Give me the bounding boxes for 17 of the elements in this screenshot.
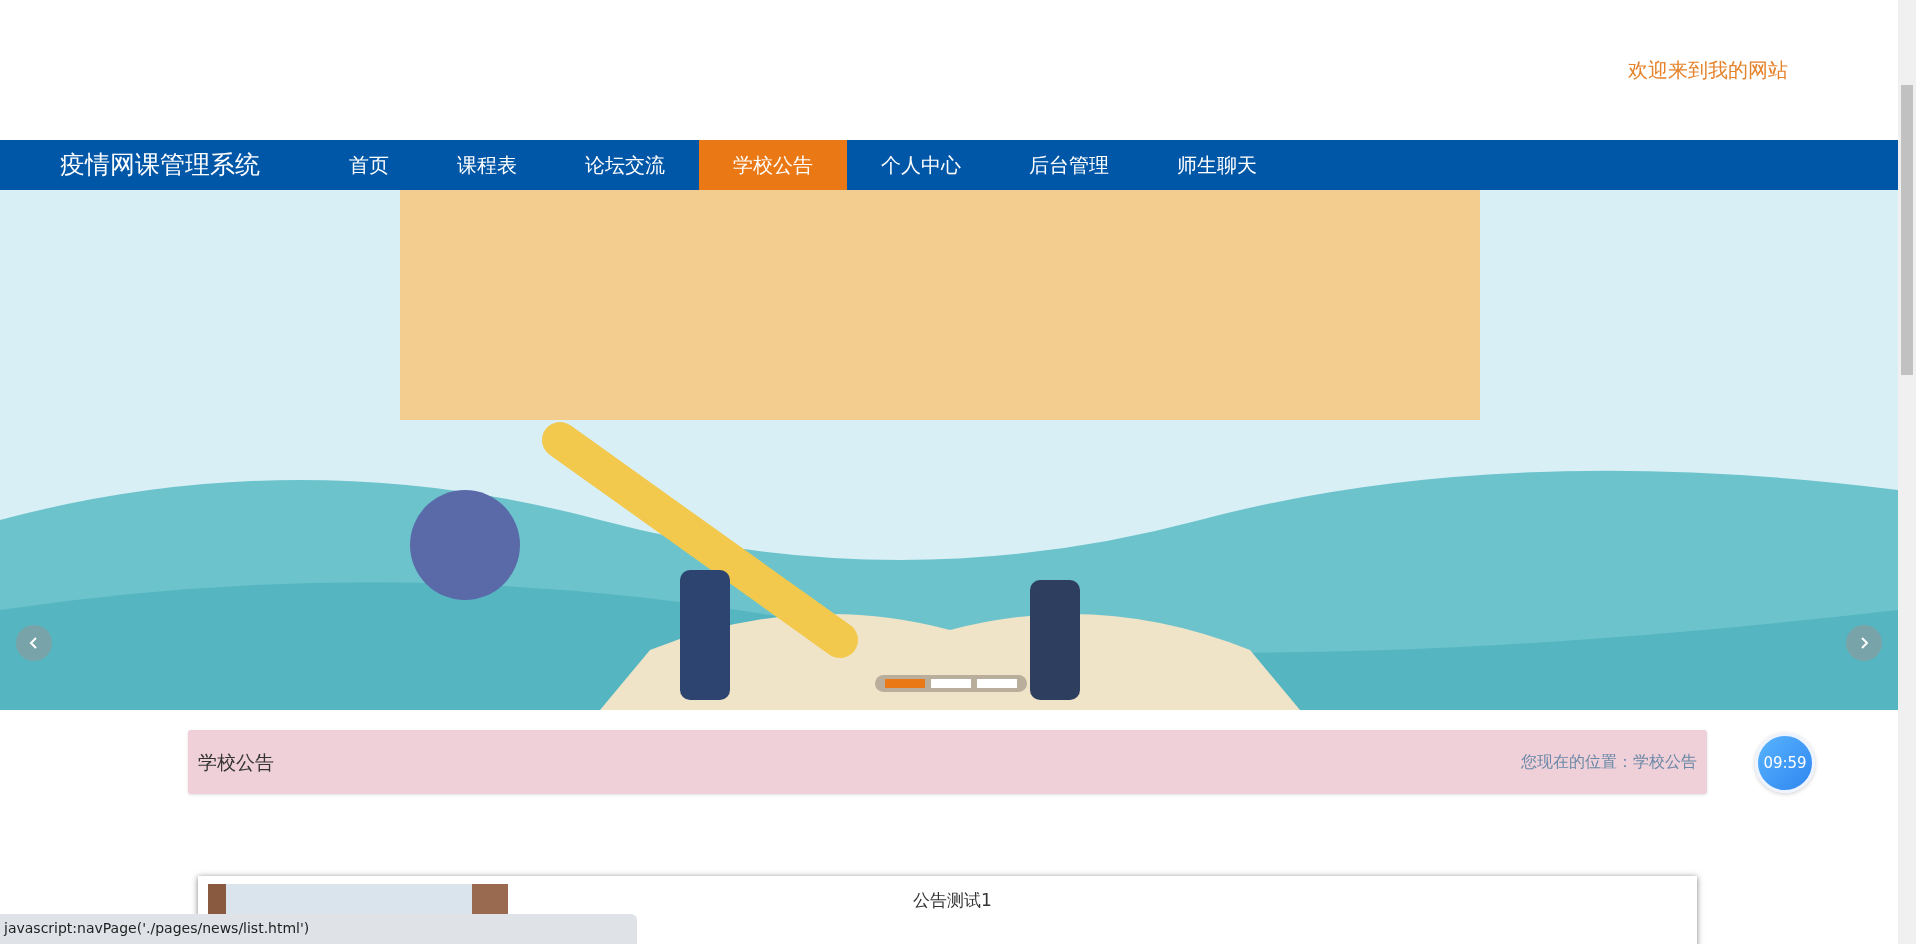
site-title: 疫情网课管理系统 <box>59 149 261 182</box>
nav-tab[interactable]: 首页 <box>315 140 423 190</box>
page-heading: 学校公告 <box>198 749 274 775</box>
carousel-indicator[interactable] <box>885 679 925 688</box>
nav-tab[interactable]: 论坛交流 <box>551 140 699 190</box>
status-bar-url: javascript:navPage('./pages/news/list.html') <box>0 914 637 944</box>
previous-button[interactable] <box>16 625 52 661</box>
clock-badge: 09:59 <box>1755 733 1815 793</box>
nav-tab[interactable]: 课程表 <box>423 140 551 190</box>
nav-tab[interactable]: 后台管理 <box>995 140 1143 190</box>
next-button[interactable] <box>1846 625 1882 661</box>
carousel-indicator[interactable] <box>931 679 971 688</box>
welcome-text: 欢迎来到我的网站 <box>1628 57 1788 84</box>
nav-tab[interactable]: 个人中心 <box>847 140 995 190</box>
nav-tab[interactable]: 师生聊天 <box>1143 140 1291 190</box>
breadcrumb-text: 您现在的位置：学校公告 <box>1521 751 1697 773</box>
carousel-indicator[interactable] <box>977 679 1017 688</box>
